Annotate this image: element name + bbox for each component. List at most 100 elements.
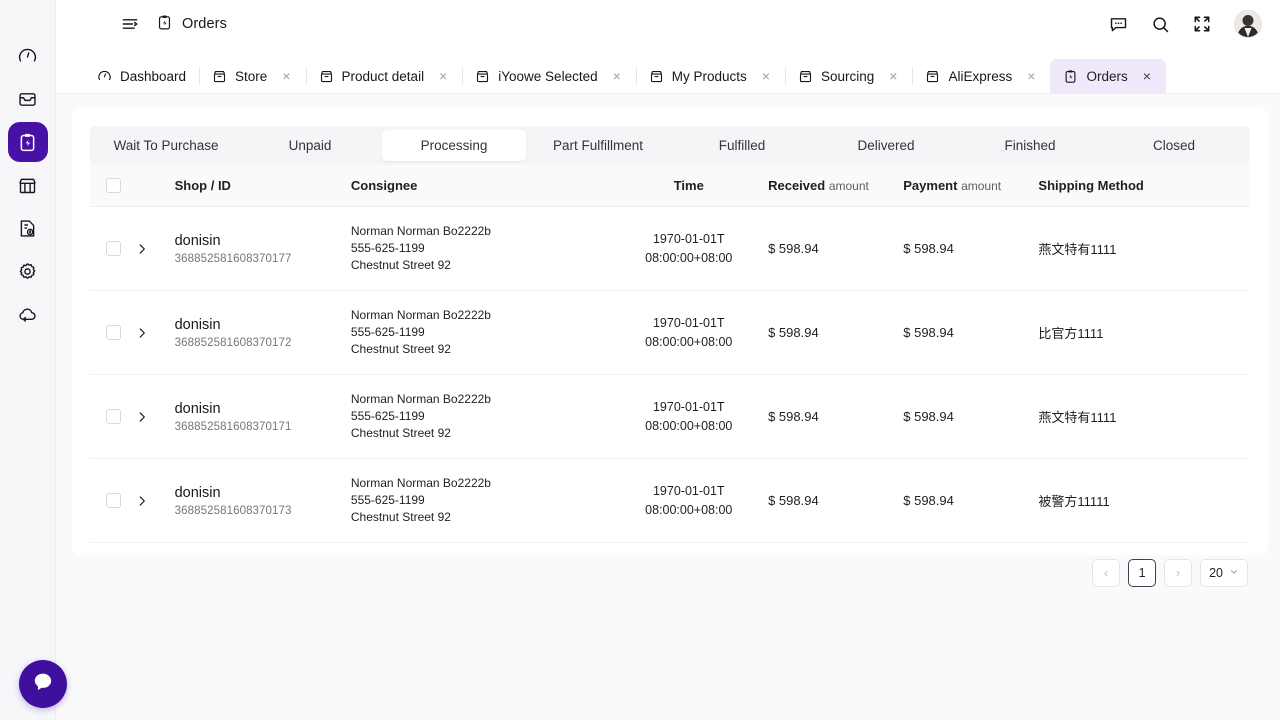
chevron-right-icon[interactable] — [135, 326, 149, 340]
tab-close-icon[interactable]: × — [611, 69, 623, 83]
tab-close-icon[interactable]: × — [1141, 69, 1153, 83]
speedometer-icon — [97, 69, 112, 84]
pagination-prev-button[interactable]: ‹ — [1092, 559, 1120, 587]
sidebar — [0, 0, 56, 720]
status-tab-processing[interactable]: Processing — [382, 130, 526, 161]
shop-name: donisin — [175, 485, 351, 501]
tab-close-icon[interactable]: × — [1025, 69, 1037, 83]
status-tab-finished[interactable]: Finished — [958, 130, 1102, 161]
select-all-checkbox[interactable] — [106, 178, 121, 193]
tab-my-products[interactable]: My Products × — [636, 59, 785, 93]
row-payment-amount: $ 598.94 — [903, 459, 1038, 543]
sidebar-item-billing[interactable] — [8, 208, 48, 248]
fullscreen-icon[interactable] — [1192, 14, 1213, 35]
search-icon[interactable] — [1150, 14, 1171, 35]
tab-product-detail[interactable]: Product detail × — [306, 59, 463, 93]
row-received-amount: $ 598.94 — [768, 291, 903, 375]
status-tab-wait-to-purchase[interactable]: Wait To Purchase — [94, 130, 238, 161]
tab-dashboard[interactable]: Dashboard — [84, 59, 199, 93]
tab-close-icon[interactable]: × — [437, 69, 449, 83]
tab-close-icon[interactable]: × — [280, 69, 292, 83]
header-received: Received amount — [768, 165, 903, 207]
consignee-name: Norman Norman Bo2222b — [351, 223, 610, 240]
row-checkbox[interactable] — [106, 241, 121, 256]
sidebar-item-settings[interactable] — [8, 251, 48, 291]
order-id: 368852581608370173 — [175, 505, 351, 517]
table-row[interactable]: donisin 368852581608370172 Norman Norman… — [90, 291, 1250, 375]
sidebar-item-inbox[interactable] — [8, 79, 48, 119]
invoice-icon — [17, 218, 38, 239]
row-checkbox[interactable] — [106, 325, 121, 340]
pagination: ‹ 1 › 20 — [90, 543, 1250, 587]
table-row[interactable]: donisin 368852581608370171 Norman Norman… — [90, 375, 1250, 459]
consignee-address: Chestnut Street 92 — [351, 509, 610, 526]
consignee-name: Norman Norman Bo2222b — [351, 307, 610, 324]
header-consignee: Consignee — [351, 165, 610, 207]
consignee-address: Chestnut Street 92 — [351, 257, 610, 274]
tab-store[interactable]: Store × — [199, 59, 305, 93]
tab-label: Sourcing — [821, 69, 874, 84]
sidebar-item-cloud[interactable] — [8, 294, 48, 334]
tab-sourcing[interactable]: Sourcing × — [785, 59, 912, 93]
status-tab-unpaid[interactable]: Unpaid — [238, 130, 382, 161]
row-received-amount: $ 598.94 — [768, 459, 903, 543]
row-consignee-cell: Norman Norman Bo2222b 555-625-1199 Chest… — [351, 459, 610, 543]
tab-label: Orders — [1086, 69, 1127, 84]
row-shipping-method: 比官方1111 — [1038, 291, 1250, 375]
sidebar-item-dashboard[interactable] — [8, 36, 48, 76]
tab-orders[interactable]: Orders × — [1050, 59, 1165, 93]
chevron-right-icon[interactable] — [135, 242, 149, 256]
status-tab-closed[interactable]: Closed — [1102, 130, 1246, 161]
header-payment-main: Payment — [903, 178, 957, 193]
tab-iyoowe-selected[interactable]: iYoowe Selected × — [462, 59, 636, 93]
speedometer-icon — [17, 46, 38, 67]
row-checkbox[interactable] — [106, 493, 121, 508]
table-row[interactable]: donisin 368852581608370177 Norman Norman… — [90, 207, 1250, 291]
time-clock: 08:00:00+08:00 — [609, 417, 768, 436]
chevron-right-icon[interactable] — [135, 494, 149, 508]
status-tabs: Wait To Purchase Unpaid Processing Part … — [90, 126, 1250, 165]
row-expand-cell — [135, 207, 175, 291]
avatar[interactable] — [1234, 10, 1262, 38]
row-shipping-method: 燕文特有1111 — [1038, 375, 1250, 459]
consignee-address: Chestnut Street 92 — [351, 425, 610, 442]
row-consignee-cell: Norman Norman Bo2222b 555-625-1199 Chest… — [351, 375, 610, 459]
status-tab-delivered[interactable]: Delivered — [814, 130, 958, 161]
tab-close-icon[interactable]: × — [760, 69, 772, 83]
row-checkbox[interactable] — [106, 409, 121, 424]
row-time-cell: 1970-01-01T 08:00:00+08:00 — [609, 291, 768, 375]
header-payment: Payment amount — [903, 165, 1038, 207]
chat-widget-button[interactable] — [19, 660, 67, 708]
storefront-icon — [475, 69, 490, 84]
clipboard-bolt-icon — [1063, 69, 1078, 84]
header-received-main: Received — [768, 178, 825, 193]
row-received-amount: $ 598.94 — [768, 375, 903, 459]
page-size-select[interactable]: 20 — [1200, 559, 1248, 587]
sidebar-item-orders[interactable] — [8, 122, 48, 162]
row-time-cell: 1970-01-01T 08:00:00+08:00 — [609, 207, 768, 291]
table-row[interactable]: donisin 368852581608370173 Norman Norman… — [90, 459, 1250, 543]
chevron-right-icon[interactable] — [135, 410, 149, 424]
row-expand-cell — [135, 291, 175, 375]
row-time-cell: 1970-01-01T 08:00:00+08:00 — [609, 375, 768, 459]
sidebar-item-store[interactable] — [8, 165, 48, 205]
status-tab-part-fulfillment[interactable]: Part Fulfillment — [526, 130, 670, 161]
order-id: 368852581608370172 — [175, 337, 351, 349]
hamburger-icon[interactable] — [120, 14, 140, 34]
row-shop-cell: donisin 368852581608370173 — [175, 459, 351, 543]
tab-close-icon[interactable]: × — [887, 69, 899, 83]
tab-aliexpress[interactable]: AliExpress × — [912, 59, 1050, 93]
tab-label: AliExpress — [948, 69, 1012, 84]
time-clock: 08:00:00+08:00 — [609, 501, 768, 520]
pagination-next-button[interactable]: › — [1164, 559, 1192, 587]
clipboard-bolt-icon — [17, 132, 38, 153]
row-select-cell — [90, 459, 135, 543]
consignee-name: Norman Norman Bo2222b — [351, 475, 610, 492]
chevron-down-icon — [1229, 567, 1239, 580]
time-date: 1970-01-01T — [609, 230, 768, 249]
row-consignee-cell: Norman Norman Bo2222b 555-625-1199 Chest… — [351, 207, 610, 291]
inbox-icon — [17, 89, 38, 110]
status-tab-fulfilled[interactable]: Fulfilled — [670, 130, 814, 161]
chat-icon[interactable] — [1108, 14, 1129, 35]
pagination-page-1[interactable]: 1 — [1128, 559, 1156, 587]
